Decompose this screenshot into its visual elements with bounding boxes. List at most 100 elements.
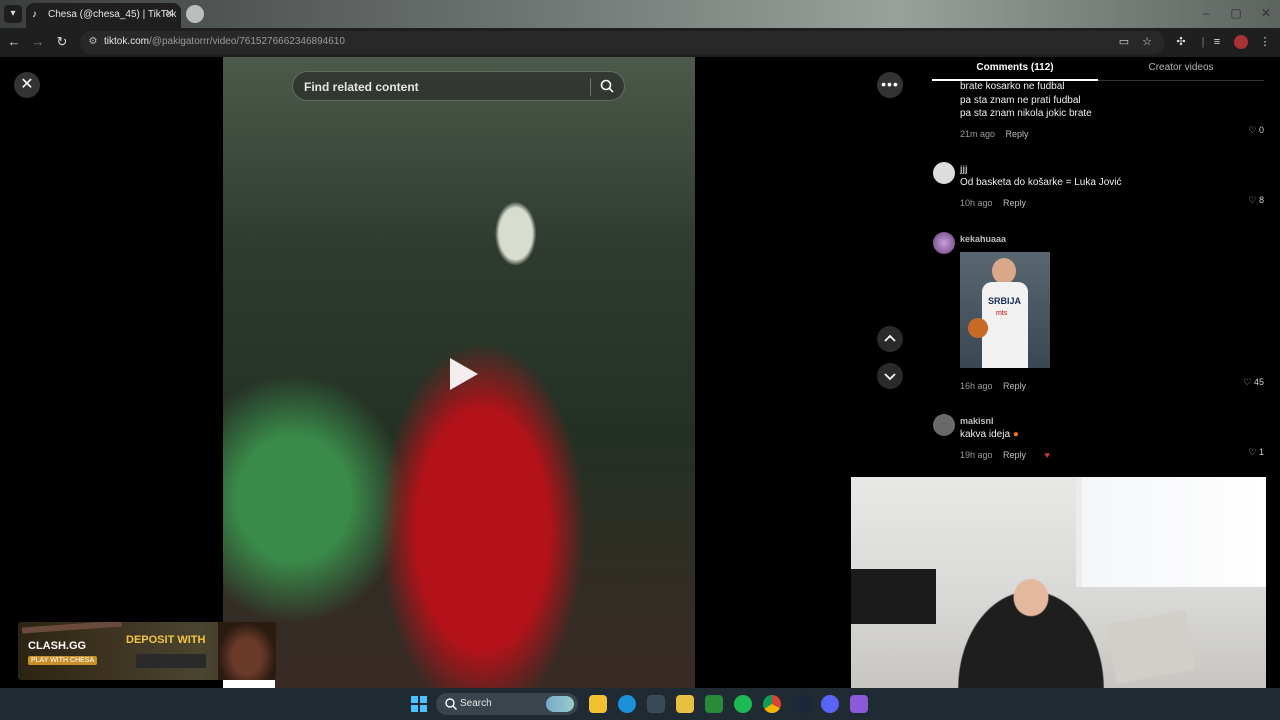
like-button[interactable]: ♡ 0	[1240, 125, 1264, 136]
promo-banner[interactable]: CLASH.GG PLAY WITH CHESA DEPOSIT WITH	[18, 622, 276, 680]
image-jersey-text: SRBIJA	[988, 296, 1022, 306]
window-close-icon[interactable]: ✕	[1258, 6, 1274, 20]
menu-icon[interactable]: ⋮	[1258, 35, 1272, 49]
taskbar: Search	[0, 688, 1280, 720]
promo-subtitle: PLAY WITH CHESA	[28, 656, 98, 665]
comment-meta: 21m ago Reply	[960, 124, 1029, 142]
reply-button[interactable]: Reply	[1003, 450, 1026, 460]
image-player-head	[992, 258, 1016, 284]
like-count: 45	[1253, 377, 1264, 387]
app-icon[interactable]	[676, 695, 694, 713]
close-video-button[interactable]: ✕	[14, 72, 40, 98]
browser-toolbar: ← → ↻ ⚙ tiktok.com/@pakigatorrr/video/76…	[0, 28, 1280, 57]
previous-video-button[interactable]	[877, 326, 903, 352]
browser-tab-strip: ▾ ♪ Chesa (@chesa_45) | TikTok ✕ – ▢ ✕	[0, 0, 1280, 28]
profile-icon[interactable]	[1234, 35, 1248, 49]
chevron-up-icon	[884, 334, 896, 342]
chevron-down-icon	[884, 373, 896, 381]
comment-username[interactable]: jjj	[960, 164, 1264, 174]
extensions-icon[interactable]: ✣	[1174, 35, 1188, 49]
comment-text: pa sta znam nikola jokic brate	[960, 108, 1092, 119]
more-options-button[interactable]: •••	[877, 72, 903, 98]
discord-icon[interactable]	[821, 695, 839, 713]
comment-time: 19h ago	[960, 449, 993, 460]
spotify-icon[interactable]	[734, 695, 752, 713]
chrome-icon[interactable]	[763, 695, 781, 713]
site-info-icon[interactable]: ⚙	[86, 35, 100, 49]
comment-item: brate kosarko ne fudbal pa sta znam ne p…	[960, 80, 1264, 142]
taskbar-search-label: Search	[460, 698, 492, 709]
url-text: tiktok.com/@pakigatorrr/video/7615276662…	[104, 36, 345, 47]
url-path: /@pakigatorrr/video/7615276662346894610	[149, 36, 345, 47]
comment-item: jjj Od basketa do košarke = Luka Jović 1…	[960, 164, 1264, 211]
cast-icon[interactable]: ▭	[1117, 35, 1131, 49]
image-jersey	[982, 282, 1028, 368]
reply-button[interactable]: Reply	[1003, 381, 1026, 391]
xbox-icon[interactable]	[705, 695, 723, 713]
browser-tab[interactable]: ♪ Chesa (@chesa_45) | TikTok ✕	[26, 3, 181, 28]
creator-liked-icon: ♥	[1044, 449, 1050, 460]
comment-text: kakva ideja	[960, 429, 1011, 440]
search-icon[interactable]	[599, 78, 615, 94]
comment-username[interactable]: makisnl	[960, 416, 1264, 426]
play-icon[interactable]	[442, 354, 482, 394]
fire-icon: ●	[1012, 429, 1019, 440]
edge-icon[interactable]	[618, 695, 636, 713]
back-icon[interactable]: ←	[6, 34, 22, 50]
tab-close-icon[interactable]: ✕	[165, 7, 174, 20]
tab-comments[interactable]: Comments (112)	[932, 62, 1098, 73]
promo-brand: CLASH.GG	[28, 640, 87, 652]
app-icon[interactable]	[850, 695, 868, 713]
like-button[interactable]: ♡ 8	[1240, 195, 1264, 206]
maximize-icon[interactable]: ▢	[1228, 6, 1244, 20]
like-button[interactable]: ♡ 1	[1240, 447, 1264, 458]
avatar[interactable]	[933, 162, 955, 184]
webcam-board	[1106, 610, 1196, 684]
comment-meta: 19h ago Reply ♥	[960, 445, 1264, 463]
search-icon	[445, 698, 457, 710]
store-icon[interactable]	[647, 695, 665, 713]
tab-list-button[interactable]: ▾	[4, 5, 22, 23]
avatar[interactable]	[933, 232, 955, 254]
url-host: tiktok.com	[104, 36, 150, 47]
weapon-graphic	[21, 622, 123, 634]
video-player[interactable]: Find related content	[223, 57, 695, 688]
tab-search-icon[interactable]: ≡	[1210, 35, 1224, 49]
image-sponsor-text: mts	[996, 310, 1008, 317]
reply-button[interactable]: Reply	[1005, 129, 1028, 139]
search-highlight-icon	[546, 696, 574, 712]
basketball-icon	[968, 318, 988, 338]
webcam-tv	[851, 569, 936, 624]
new-tab-button[interactable]	[186, 5, 204, 23]
windows-start-icon[interactable]	[411, 696, 427, 712]
address-bar[interactable]: ⚙ tiktok.com/@pakigatorrr/video/76152766…	[80, 31, 1165, 54]
next-video-button[interactable]	[877, 363, 903, 389]
avatar[interactable]	[933, 414, 955, 436]
comment-text: brate kosarko ne fudbal	[960, 81, 1065, 92]
related-search-input[interactable]: Find related content	[292, 71, 625, 101]
toolbar-divider: |	[1201, 36, 1205, 48]
reply-button[interactable]: Reply	[1003, 198, 1026, 208]
comment-time: 10h ago	[960, 197, 993, 208]
like-count: 1	[1258, 447, 1264, 457]
star-icon[interactable]: ☆	[1140, 35, 1154, 49]
tab-title: Chesa (@chesa_45) | TikTok	[48, 9, 177, 20]
like-button[interactable]: ♡ 45	[1236, 377, 1264, 388]
like-count: 0	[1258, 125, 1264, 135]
minimize-icon[interactable]: –	[1198, 6, 1214, 20]
heart-icon: ♡	[1248, 125, 1257, 135]
tab-creator-videos[interactable]: Creator videos	[1098, 62, 1264, 73]
heart-icon: ♡	[1248, 447, 1257, 457]
file-explorer-icon[interactable]	[589, 695, 607, 713]
steam-icon[interactable]	[792, 695, 810, 713]
video-watermark	[223, 680, 275, 688]
comment-image[interactable]: SRBIJA mts	[960, 252, 1050, 368]
forward-icon[interactable]: →	[30, 34, 46, 50]
promo-cta: DEPOSIT WITH	[126, 634, 206, 646]
search-divider	[590, 78, 591, 96]
tiktok-icon: ♪	[32, 9, 37, 20]
comment-username[interactable]: kekahuaaa	[960, 234, 1264, 244]
comment-time: 21m ago	[960, 129, 996, 139]
reload-icon[interactable]: ↻	[54, 34, 70, 50]
taskbar-search[interactable]: Search	[436, 693, 578, 715]
